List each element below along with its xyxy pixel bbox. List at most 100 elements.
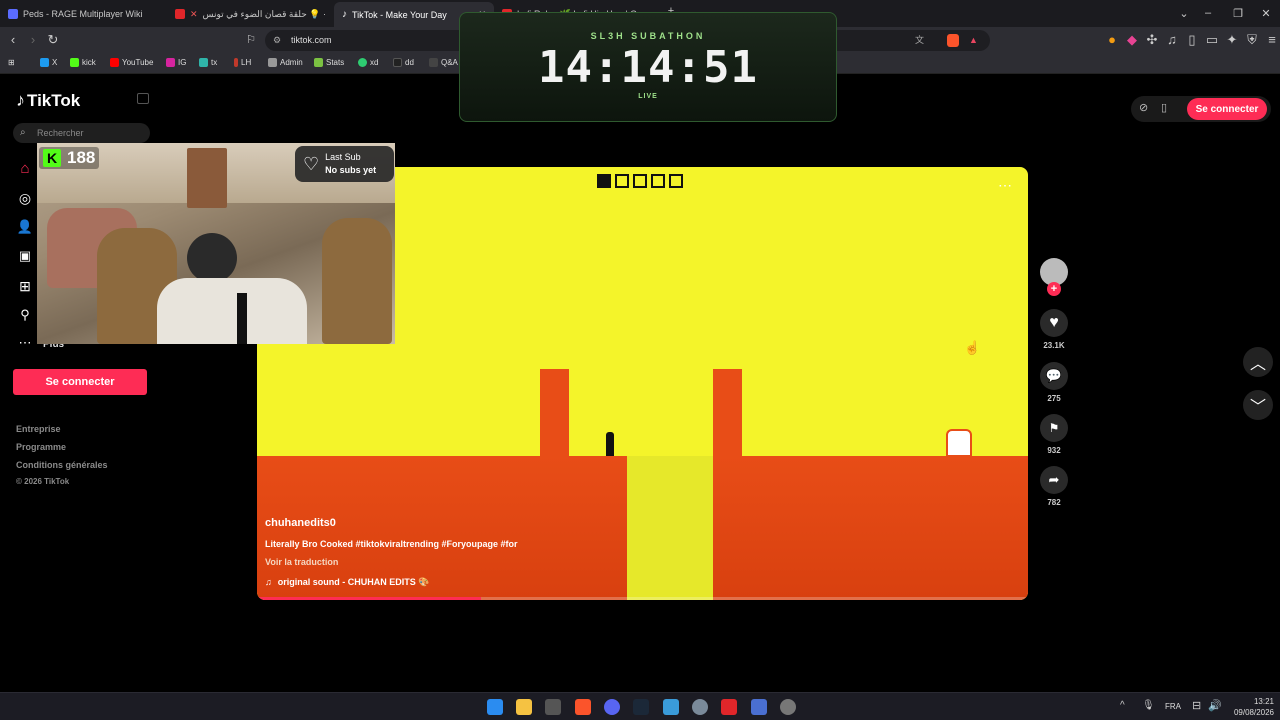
bookmark-lh[interactable]: LH xyxy=(234,58,251,67)
following-icon[interactable]: 👤 xyxy=(16,218,34,236)
subathon-timer: 14:14:51 xyxy=(538,42,758,93)
coins-icon[interactable]: ⊘ xyxy=(1139,101,1148,114)
tab-youtube-arabic[interactable]: ✕ حلقة قصان الضوء في تونس 💡 · xyxy=(175,4,325,24)
file-explorer-icon[interactable] xyxy=(516,699,532,715)
reload-icon[interactable]: ↻ xyxy=(46,33,60,47)
bookmark-stats[interactable]: Stats xyxy=(314,58,344,67)
comment-icon[interactable]: 💬 xyxy=(1040,362,1068,390)
app-red-icon[interactable] xyxy=(721,699,737,715)
bookmark-admin[interactable]: Admin xyxy=(268,58,303,67)
extension-icon[interactable]: ● xyxy=(1105,33,1119,47)
bookmark-ig[interactable]: IG xyxy=(166,58,186,67)
follow-plus-icon[interactable]: + xyxy=(1047,282,1061,296)
clock[interactable]: 13:21 09/08/2026 xyxy=(1230,696,1274,718)
tab-label: حلقة قصان الضوء في تونس 💡 · xyxy=(202,8,325,19)
brave-rewards-icon[interactable]: ▲ xyxy=(969,30,978,51)
bookmark-dd[interactable]: dd xyxy=(393,58,414,67)
save-count: 932 xyxy=(1047,446,1061,455)
comment-action[interactable]: 💬 275 xyxy=(1040,362,1068,403)
wallet-icon[interactable]: ▭ xyxy=(1205,33,1219,47)
more-icon[interactable]: ⋯ xyxy=(16,334,34,352)
settings-gear-icon[interactable] xyxy=(692,699,708,715)
sidebar-login-button[interactable]: Se connecter xyxy=(13,369,147,395)
profile-icon[interactable]: ⚲ xyxy=(16,306,34,324)
like-action[interactable]: ♥ 23.1K xyxy=(1040,309,1068,350)
brave-shields-icon[interactable] xyxy=(947,34,959,47)
mouse-cursor-icon: ☝ xyxy=(964,340,981,355)
tab-list-chevron-icon[interactable]: ⌄ xyxy=(1177,7,1191,20)
video-author[interactable]: chuhanedits0 xyxy=(265,517,336,529)
bookmark-x[interactable]: X xyxy=(40,58,57,67)
tab-rage-wiki[interactable]: Peds - RAGE Multiplayer Wiki xyxy=(8,4,158,24)
bookmark-xd[interactable]: xd xyxy=(358,58,378,67)
creator-avatar[interactable]: + xyxy=(1040,258,1068,296)
minimize-icon[interactable]: – xyxy=(1201,7,1215,19)
live-icon[interactable]: ▣ xyxy=(16,247,34,265)
bookmark-page-icon[interactable]: ⚐ xyxy=(244,33,258,47)
bookmark-tx[interactable]: tx xyxy=(199,58,217,67)
bookmark-qa[interactable]: Q&A xyxy=(429,58,458,67)
header-login-button[interactable]: Se connecter xyxy=(1187,98,1267,120)
upload-icon[interactable]: ⊞ xyxy=(16,277,34,295)
maximize-icon[interactable]: ❐ xyxy=(1231,7,1245,20)
close-window-icon[interactable]: ✕ xyxy=(1259,7,1273,20)
volume-icon[interactable]: 🔊 xyxy=(1208,699,1222,712)
video-caption: Literally Bro Cooked #tiktokviralt­rendi… xyxy=(265,539,518,549)
close-tab-icon[interactable]: ✕ xyxy=(190,9,198,20)
like-heart-icon[interactable]: ♥ xyxy=(1040,309,1068,337)
search-input[interactable]: ⌕ Rechercher xyxy=(13,123,150,143)
subathon-status: LIVE xyxy=(638,93,658,100)
bookmark-kick[interactable]: kick xyxy=(70,58,96,67)
translate-link[interactable]: Voir la traduction xyxy=(265,557,338,567)
extension-shield-icon[interactable]: ◆ xyxy=(1125,33,1139,47)
translate-icon[interactable]: 文 xyxy=(915,30,924,51)
vpn-icon[interactable]: ⛨ xyxy=(1245,33,1259,47)
video-options-icon[interactable]: ⋯ xyxy=(998,177,1013,194)
orange-pillar-right xyxy=(713,369,742,456)
media-icon[interactable]: ♫ xyxy=(1165,33,1179,47)
footer-link-entreprise[interactable]: Entreprise xyxy=(16,424,61,434)
obs-icon[interactable] xyxy=(780,699,796,715)
mic-icon[interactable]: 🎙 xyxy=(1142,700,1155,711)
start-icon[interactable] xyxy=(487,699,503,715)
apps-grid-icon[interactable]: ⊞ xyxy=(8,58,15,67)
app-blue-icon[interactable] xyxy=(751,699,767,715)
bookmark-label: Admin xyxy=(280,58,303,67)
tiktok-logo[interactable]: ♪ TikTok xyxy=(16,90,80,111)
qa-icon xyxy=(429,58,438,67)
bookmark-youtube[interactable]: YouTube xyxy=(110,58,153,67)
explore-icon[interactable]: ◎ xyxy=(16,189,34,207)
extensions-puzzle-icon[interactable]: ✣ xyxy=(1145,33,1159,47)
previous-video-button[interactable]: ︿ xyxy=(1243,347,1273,377)
stats-icon xyxy=(314,58,323,67)
collapse-sidebar-icon[interactable] xyxy=(137,93,149,104)
forward-icon[interactable]: › xyxy=(26,33,40,47)
person-body xyxy=(157,278,307,344)
bookmark-icon[interactable]: ⚑ xyxy=(1040,414,1068,442)
back-icon[interactable]: ‹ xyxy=(6,33,20,47)
video-sound[interactable]: ♫ original sound - CHUHAN EDITS 🎨 xyxy=(265,577,429,588)
share-arrow-icon[interactable]: ➦ xyxy=(1040,466,1068,494)
discord-icon[interactable] xyxy=(604,699,620,715)
menu-icon[interactable]: ≡ xyxy=(1265,33,1279,47)
footer-link-programme[interactable]: Programme xyxy=(16,442,66,452)
tray-chevron-icon[interactable]: ^ xyxy=(1120,700,1125,711)
footer-copyright: © 2026 TikTok xyxy=(16,477,70,486)
language-indicator[interactable]: FRA xyxy=(1165,702,1181,711)
photos-icon[interactable] xyxy=(663,699,679,715)
brave-browser-icon[interactable] xyxy=(575,699,591,715)
sidebar-toggle-icon[interactable]: ▯ xyxy=(1185,33,1199,47)
tx-icon xyxy=(199,58,208,67)
footer-link-conditions[interactable]: Conditions générales xyxy=(16,460,108,470)
home-icon[interactable]: ⌂ xyxy=(16,159,34,177)
leo-ai-icon[interactable]: ✦ xyxy=(1225,33,1239,47)
steam-icon[interactable] xyxy=(633,699,649,715)
next-video-button[interactable]: ﹀ xyxy=(1243,390,1273,420)
site-info-icon[interactable]: ⚙ xyxy=(273,30,281,51)
snipping-tool-icon[interactable] xyxy=(545,699,561,715)
network-icon[interactable]: ⊟ xyxy=(1192,699,1201,712)
device-icon[interactable]: ▯ xyxy=(1161,101,1167,114)
video-progress-track[interactable] xyxy=(257,597,1028,600)
share-action[interactable]: ➦ 782 xyxy=(1040,466,1068,507)
save-action[interactable]: ⚑ 932 xyxy=(1040,414,1068,455)
